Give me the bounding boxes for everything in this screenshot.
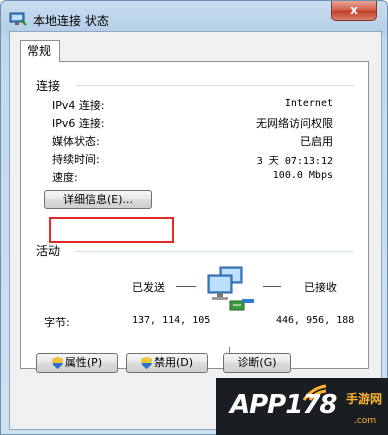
sent-label: 已发送 xyxy=(132,281,165,294)
close-button[interactable]: x xyxy=(331,1,377,21)
connection-divider xyxy=(76,85,354,86)
watermark-cn: 手游网 xyxy=(346,392,383,406)
disable-button[interactable]: 禁用(D) xyxy=(126,353,208,373)
media-state-label: 媒体状态: xyxy=(52,135,100,148)
duration-label: 持续时间: xyxy=(52,153,100,166)
watermark-logo: APP178 手游网 .com xyxy=(216,378,388,435)
connection-heading: 连接 xyxy=(36,79,61,93)
details-highlight-box xyxy=(49,217,174,243)
ipv4-label: IPv4 连接: xyxy=(52,99,105,112)
bytes-sent-value: 137, 114, 105 xyxy=(132,315,211,326)
watermark-text: APP178 xyxy=(230,390,338,420)
activity-divider xyxy=(76,251,354,252)
duration-value: 3 天 07:13:12 xyxy=(256,156,333,167)
sent-dash xyxy=(176,286,196,287)
diagnose-button[interactable]: 诊断(G) xyxy=(223,353,291,373)
disable-label: 禁用(D) xyxy=(153,356,194,369)
received-label: 已接收 xyxy=(304,281,337,294)
uac-shield-icon xyxy=(51,357,63,369)
network-activity-icon xyxy=(207,266,254,311)
ipv6-label: IPv6 连接: xyxy=(52,117,105,130)
speed-value: 100.0 Mbps xyxy=(272,170,333,181)
bytes-label: 字节: xyxy=(44,316,70,329)
watermark-com: .com xyxy=(354,416,377,426)
ipv4-value: Internet xyxy=(284,98,333,109)
media-state-value: 已启用 xyxy=(300,135,333,148)
details-button[interactable]: 详细信息(E)... xyxy=(44,190,152,209)
properties-label: 属性(P) xyxy=(64,356,103,369)
tab-general[interactable]: 常规 xyxy=(20,40,60,62)
status-window: 本地连接 状态 x 常规 连接 IPv4 连接: Internet IPv6 连… xyxy=(0,0,388,435)
network-adapter-icon xyxy=(9,12,27,26)
client-area: 常规 连接 IPv4 连接: Internet IPv6 连接: 无网络访问权限… xyxy=(9,31,382,430)
uac-shield-icon xyxy=(140,357,152,369)
bytes-received-value: 446, 956, 188 xyxy=(276,315,355,326)
general-panel: 连接 IPv4 连接: Internet IPv6 连接: 无网络访问权限 媒体… xyxy=(20,61,369,369)
window-title: 本地连接 状态 xyxy=(33,14,109,28)
received-dash xyxy=(263,286,281,287)
properties-button[interactable]: 属性(P) xyxy=(36,353,118,373)
speed-label: 速度: xyxy=(52,171,78,184)
ipv6-value: 无网络访问权限 xyxy=(256,117,333,130)
activity-heading: 活动 xyxy=(36,244,61,258)
